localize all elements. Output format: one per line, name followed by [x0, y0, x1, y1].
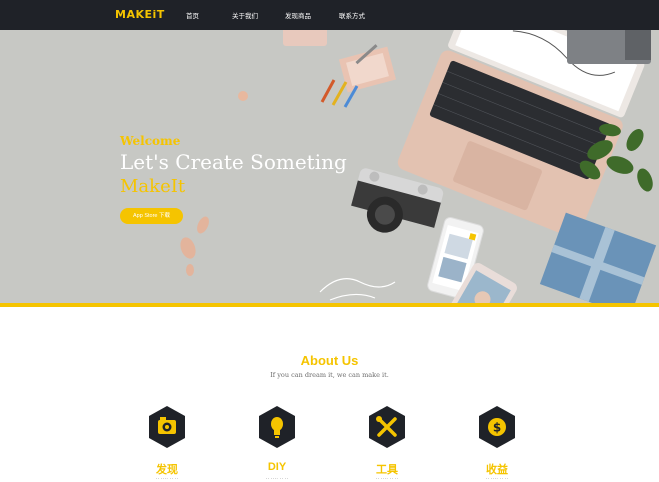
logo[interactable]: MAKEiT — [115, 8, 165, 21]
feature-label: DIY — [267, 461, 287, 473]
hero-headline: Let's Create Someting — [120, 150, 347, 174]
nav-item-about[interactable]: 关于我们 — [232, 10, 258, 20]
nav-item-home[interactable]: 首页 — [186, 10, 199, 20]
feature-discover[interactable]: 发现 ·· ···· ·· ·· — [145, 405, 189, 482]
app-store-download-button[interactable]: App Store 下载 — [120, 208, 183, 224]
dollar-icon: $ — [477, 405, 517, 449]
feature-diy[interactable]: DIY ·· ···· ·· ·· — [255, 405, 299, 482]
feature-label: 发现 — [156, 464, 178, 476]
shells-image — [180, 216, 209, 276]
clip-image — [238, 91, 248, 101]
lightbulb-icon — [257, 405, 297, 449]
feature-tools[interactable]: 工具 ·· ···· ·· ·· — [365, 405, 409, 482]
top-navbar: MAKEiT 首页 关于我们 发现商品 联系方式 — [0, 0, 659, 30]
hero-banner: Welcome Let's Create Someting MakeIt App… — [0, 30, 659, 303]
svg-text:$: $ — [493, 421, 501, 435]
earphones-image — [319, 278, 396, 293]
tools-icon — [367, 405, 407, 449]
nav-item-contact[interactable]: 联系方式 — [339, 10, 365, 20]
pencil-holder-image — [338, 44, 397, 93]
about-title: About Us — [300, 353, 359, 368]
feature-label: 收益 — [486, 464, 508, 476]
about-subtitle: If you can dream it, we can make it. — [270, 371, 389, 379]
nav-item-discover[interactable]: 发现商品 — [285, 10, 311, 20]
hero-divider — [0, 303, 659, 307]
pink-box-image — [283, 30, 327, 46]
feature-label: 工具 — [376, 464, 398, 476]
eye-icon — [147, 405, 187, 449]
feature-earnings[interactable]: $ 收益 ·· ···· ·· ·· — [475, 405, 519, 482]
hero-welcome: Welcome — [120, 134, 181, 148]
hero-brand: MakeIt — [120, 176, 186, 197]
